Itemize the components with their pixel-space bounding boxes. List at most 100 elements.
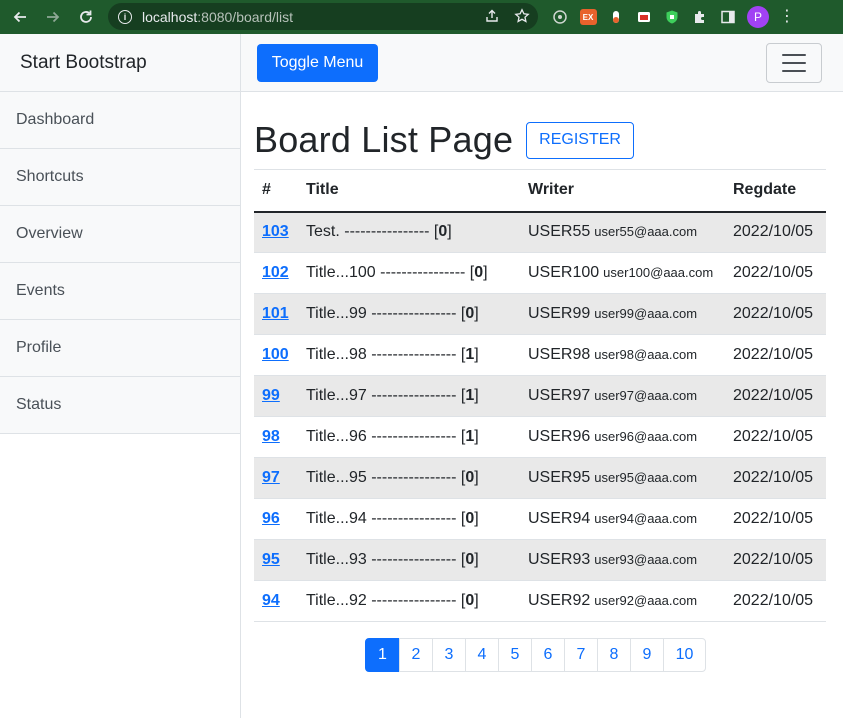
column-header-title: Title: [298, 169, 520, 213]
column-header-regdate: Regdate: [725, 169, 826, 213]
row-writer-cell: USER98 user98@aaa.com: [520, 334, 725, 376]
page-link-3[interactable]: 3: [432, 638, 466, 672]
board-title: Title...96 ---------------- [: [306, 428, 466, 445]
back-arrow-icon[interactable]: [9, 6, 31, 28]
forward-arrow-icon[interactable]: [42, 6, 64, 28]
row-number-cell: 103: [254, 211, 298, 253]
writer-name: USER96: [528, 428, 591, 445]
navbar-toggler-button[interactable]: [766, 43, 822, 83]
share-icon[interactable]: [484, 8, 500, 29]
page-link-2[interactable]: 2: [399, 638, 433, 672]
table-row: 103 Test. ---------------- [0] USER55 user5…: [254, 211, 826, 253]
page-link-5[interactable]: 5: [498, 638, 532, 672]
page-link-7[interactable]: 7: [564, 638, 598, 672]
reply-count-close: ]: [447, 223, 452, 241]
extension-window-icon[interactable]: [635, 8, 653, 26]
board-number-link[interactable]: 94: [262, 592, 280, 609]
row-title-cell: Title...95 ---------------- [0]: [298, 457, 520, 499]
table-row: 97 Title...95 ---------------- [0] USER95 u…: [254, 457, 826, 499]
page-link-4[interactable]: 4: [465, 638, 499, 672]
sidebar-heading[interactable]: Start Bootstrap: [0, 34, 240, 92]
extension-pill-icon[interactable]: [607, 8, 625, 26]
table-row: 102 Title...100 ---------------- [0] USER1…: [254, 252, 826, 294]
row-regdate-cell: 2022/10/05: [725, 211, 826, 253]
site-info-icon[interactable]: i: [118, 9, 132, 24]
table-header-row: # Title Writer Regdate: [254, 169, 826, 213]
row-regdate-cell: 2022/10/05: [725, 539, 826, 581]
row-title-cell: Title...96 ---------------- [1]: [298, 416, 520, 458]
reply-count: 0: [438, 223, 448, 241]
reply-count: 0: [474, 264, 484, 281]
page-link-1[interactable]: 1: [365, 638, 400, 672]
board-title: Title...98 ---------------- [: [306, 346, 466, 363]
page-link-6[interactable]: 6: [531, 638, 565, 672]
register-button[interactable]: REGISTER: [526, 121, 634, 159]
toggle-menu-button[interactable]: Toggle Menu: [257, 44, 378, 82]
board-number-link[interactable]: 95: [262, 551, 280, 568]
writer-email: user92@aaa.com: [594, 593, 698, 608]
writer-email: user97@aaa.com: [594, 388, 698, 403]
sidebar: Start Bootstrap Dashboard Shortcuts Over…: [0, 34, 241, 718]
sidebar-item-shortcuts[interactable]: Shortcuts: [0, 149, 240, 206]
row-regdate-cell: 2022/10/05: [725, 457, 826, 499]
reply-count: 0: [465, 592, 475, 609]
reload-icon[interactable]: [75, 6, 97, 28]
board-title: Title...97 ---------------- [: [306, 387, 466, 404]
profile-avatar[interactable]: P: [747, 6, 769, 28]
row-title-cell: Title...97 ---------------- [1]: [298, 375, 520, 417]
table-row: 94 Title...92 ---------------- [0] USER92 u…: [254, 580, 826, 622]
hamburger-icon-bar: [782, 62, 806, 64]
sidebar-item-dashboard[interactable]: Dashboard: [0, 92, 240, 149]
table-row: 101 Title...99 ---------------- [0] USER99…: [254, 293, 826, 335]
writer-email: user55@aaa.com: [594, 224, 698, 240]
row-title-cell: Title...94 ---------------- [0]: [298, 498, 520, 540]
page-link-9[interactable]: 9: [630, 638, 664, 672]
reply-count-close: ]: [474, 510, 479, 527]
sidebar-item-events[interactable]: Events: [0, 263, 240, 320]
board-title: Test. ---------------- [: [306, 223, 439, 241]
page-link-10[interactable]: 10: [663, 638, 706, 672]
reply-count-close: ]: [474, 592, 479, 609]
sidebar-item-profile[interactable]: Profile: [0, 320, 240, 377]
reply-count-close: ]: [474, 305, 479, 322]
table-row: 96 Title...94 ---------------- [0] USER94 u…: [254, 498, 826, 540]
extensions-puzzle-icon[interactable]: [691, 8, 709, 26]
row-number-cell: 97: [254, 457, 298, 499]
row-title-cell: Title...100 ---------------- [0]: [298, 252, 520, 294]
row-number-cell: 99: [254, 375, 298, 417]
extension-refresh-icon[interactable]: [551, 8, 569, 26]
board-number-link[interactable]: 99: [262, 387, 280, 404]
page-link-8[interactable]: 8: [597, 638, 631, 672]
row-number-cell: 101: [254, 293, 298, 335]
board-number-link[interactable]: 102: [262, 264, 289, 281]
sidebar-item-status[interactable]: Status: [0, 377, 240, 434]
writer-email: user98@aaa.com: [594, 347, 698, 362]
row-number-cell: 94: [254, 580, 298, 622]
table-row: 98 Title...96 ---------------- [1] USER96 u…: [254, 416, 826, 458]
address-bar[interactable]: i localhost:8080/board/list: [108, 3, 538, 30]
reply-count-close: ]: [474, 428, 479, 445]
browser-menu-icon[interactable]: ⋮: [779, 9, 795, 25]
board-number-link[interactable]: 101: [262, 305, 289, 322]
column-header-writer: Writer: [520, 169, 725, 213]
top-navbar: Toggle Menu: [241, 34, 843, 92]
reply-count: 1: [465, 428, 475, 445]
writer-name: USER55: [528, 223, 591, 241]
board-number-link[interactable]: 100: [262, 346, 289, 363]
board-number-link[interactable]: 103: [262, 223, 289, 240]
sidebar-item-overview[interactable]: Overview: [0, 206, 240, 263]
browser-toolbar: i localhost:8080/board/list EX P ⋮: [0, 0, 843, 34]
board-number-link[interactable]: 97: [262, 469, 280, 486]
writer-email: user93@aaa.com: [594, 552, 698, 567]
board-number-link[interactable]: 98: [262, 428, 280, 445]
bookmark-star-icon[interactable]: [514, 8, 530, 29]
extension-shield-icon[interactable]: [663, 8, 681, 26]
side-panel-icon[interactable]: [719, 8, 737, 26]
row-writer-cell: USER93 user93@aaa.com: [520, 539, 725, 581]
row-regdate-cell: 2022/10/05: [725, 252, 826, 294]
board-number-link[interactable]: 96: [262, 510, 280, 527]
reply-count: 1: [465, 387, 475, 404]
row-writer-cell: USER96 user96@aaa.com: [520, 416, 725, 458]
reply-count: 0: [465, 510, 475, 527]
extension-ex-icon[interactable]: EX: [579, 8, 597, 26]
